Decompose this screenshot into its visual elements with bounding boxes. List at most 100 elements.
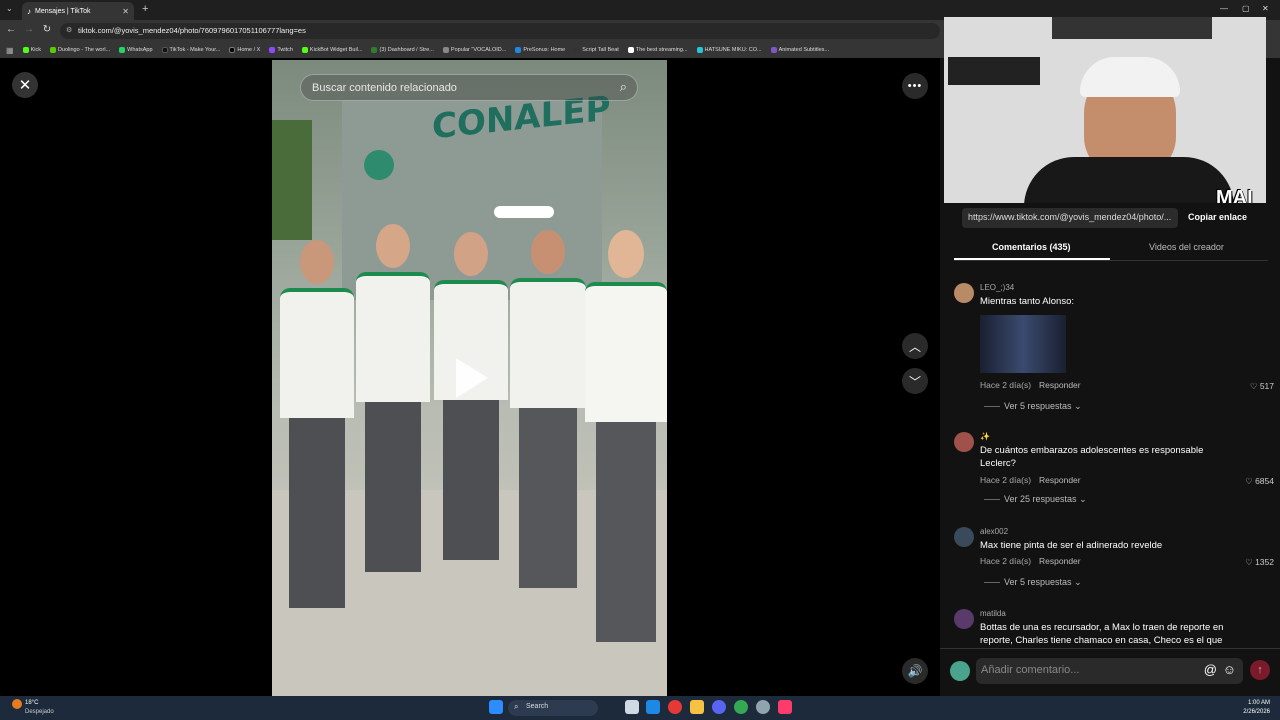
bookmark-item[interactable]: Duolingo - The worl...: [49, 47, 110, 53]
site-info-icon[interactable]: ⚙: [66, 26, 72, 34]
related-search-input[interactable]: Buscar contenido relacionado ⌕: [300, 74, 638, 101]
tabs-divider: [954, 260, 1268, 261]
person: [584, 230, 667, 670]
volume-button[interactable]: 🔊: [902, 658, 928, 684]
bookmark-item[interactable]: Kick: [22, 47, 41, 53]
input-divider: [940, 648, 1280, 649]
edge-icon[interactable]: [646, 700, 660, 714]
close-tab-icon[interactable]: ✕: [122, 7, 129, 16]
post-photo[interactable]: CONALEP: [272, 60, 667, 696]
clock-date[interactable]: 2/26/2026: [1236, 709, 1270, 715]
overlay-label: MAI: [1216, 187, 1253, 203]
forward-icon[interactable]: →: [22, 24, 36, 35]
chevron-down-icon: ⌄: [1074, 577, 1082, 587]
heart-icon: ♡: [1245, 557, 1253, 567]
comment-text: De cuántos embarazos adolescentes es res…: [980, 445, 1204, 469]
my-avatar[interactable]: [950, 661, 970, 681]
bookmark-item[interactable]: Animated Subtitles...: [770, 47, 829, 53]
apps-icon[interactable]: ▦: [6, 46, 14, 55]
bookmark-item[interactable]: The best streaming...: [627, 47, 688, 53]
heart-icon: ♡: [1245, 476, 1253, 486]
weather-icon[interactable]: [12, 699, 22, 709]
reply-button[interactable]: Responder: [1039, 556, 1081, 566]
avatar[interactable]: [954, 609, 974, 629]
reply-button[interactable]: Responder: [1039, 475, 1081, 485]
task-view-icon[interactable]: [625, 700, 639, 714]
windows-start-icon[interactable]: [489, 700, 503, 714]
mention-icon[interactable]: @: [1204, 662, 1217, 677]
discord-icon[interactable]: [712, 700, 726, 714]
tab-menu-icon[interactable]: ⌄: [6, 4, 13, 13]
tiktok-icon: ♪: [27, 6, 31, 16]
bookmark-item[interactable]: KickBot Widget Buil...: [301, 47, 362, 53]
bookmark-item[interactable]: (3) Dashboard / Stre...: [371, 47, 434, 53]
comment-user[interactable]: ✨: [980, 432, 990, 441]
avatar[interactable]: [954, 283, 974, 303]
comment-item: alex002 Max tiene pinta de ser el adiner…: [954, 527, 1274, 597]
url-text: tiktok.com/@yovis_mendez04/photo/7609796…: [78, 26, 306, 35]
like-count[interactable]: ♡ 1352: [1245, 557, 1274, 568]
avatar[interactable]: [954, 432, 974, 452]
cap: [1080, 57, 1180, 97]
shelf: [948, 57, 1040, 85]
browser-tab[interactable]: ♪ Mensajes | TikTok ✕: [22, 2, 134, 20]
copy-link-button[interactable]: Copiar enlace: [1188, 212, 1247, 222]
previous-post-button[interactable]: ︿: [902, 333, 928, 359]
music-app-icon[interactable]: [778, 700, 792, 714]
bookmark-item[interactable]: WhatsApp: [119, 47, 153, 53]
bookmark-item[interactable]: Script Tall Beat: [574, 47, 619, 53]
person: [278, 240, 356, 620]
add-comment-placeholder: Añadir comentario...: [981, 664, 1080, 676]
maximize-icon[interactable]: ▢: [1242, 4, 1250, 13]
reload-icon[interactable]: ↻: [40, 24, 54, 35]
like-count[interactable]: ♡ 6854: [1245, 476, 1274, 487]
avatar[interactable]: [954, 527, 974, 547]
new-tab-button[interactable]: +: [142, 3, 148, 15]
more-options-button[interactable]: •••: [902, 73, 928, 99]
add-comment-input[interactable]: Añadir comentario... @ ☺: [976, 658, 1243, 684]
comment-user[interactable]: matilda: [980, 609, 1006, 618]
back-icon[interactable]: ←: [4, 24, 18, 35]
comment-meta: Hace 2 día(s) Responder: [980, 556, 1081, 566]
comment-image[interactable]: [980, 315, 1066, 373]
view-replies-button[interactable]: Ver 25 respuestas ⌄: [984, 494, 1087, 505]
reply-button[interactable]: Responder: [1039, 380, 1081, 390]
play-icon[interactable]: [456, 358, 488, 398]
taskbar-search[interactable]: ⌕ Search: [508, 700, 598, 716]
webcam-overlay: MAI: [944, 17, 1266, 203]
comment-user[interactable]: alex002: [980, 527, 1008, 536]
tab-comments[interactable]: Comentarios (435): [992, 242, 1071, 252]
shirt: [1024, 157, 1234, 203]
chrome-active-icon[interactable]: [734, 700, 748, 714]
next-post-button[interactable]: ﹀: [902, 368, 928, 394]
bookmark-item[interactable]: Popular "VOCALOID...: [442, 47, 506, 53]
comment-item: LEO_;)34 Mientras tanto Alonso: Hace 2 d…: [954, 283, 1274, 413]
tab-creator-videos[interactable]: Videos del creador: [1149, 242, 1224, 252]
file-explorer-icon[interactable]: [690, 700, 704, 714]
comment-item: matilda Bottas de una es recursador, a M…: [954, 609, 1274, 647]
share-url-text: https://www.tiktok.com/@yovis_mendez04/p…: [968, 212, 1172, 222]
view-replies-button[interactable]: Ver 5 respuestas ⌄: [984, 577, 1082, 588]
close-viewer-button[interactable]: ✕: [12, 72, 38, 98]
url-field[interactable]: ⚙ tiktok.com/@yovis_mendez04/photo/76097…: [60, 23, 940, 39]
bookmark-item[interactable]: HATSUNE MIKU: CO...: [696, 47, 762, 53]
emoji-icon[interactable]: ☺: [1223, 662, 1236, 677]
comment-user[interactable]: LEO_;)34: [980, 283, 1014, 292]
close-window-icon[interactable]: ✕: [1262, 4, 1269, 13]
search-icon[interactable]: ⌕: [620, 79, 627, 95]
chrome-icon[interactable]: [668, 700, 682, 714]
send-button[interactable]: ↑: [1250, 660, 1270, 680]
like-count[interactable]: ♡ 517: [1250, 381, 1274, 392]
bookmark-item[interactable]: TikTok - Make Your...: [161, 47, 220, 53]
bookmark-item[interactable]: PreSonus: Home: [515, 47, 565, 53]
clock-time[interactable]: 1:00 AM: [1236, 700, 1270, 706]
bookmark-item[interactable]: Twitch: [269, 47, 293, 53]
view-replies-button[interactable]: Ver 5 respuestas ⌄: [984, 401, 1082, 412]
trees: [272, 120, 312, 240]
bookmark-item[interactable]: Home / X: [229, 47, 260, 53]
minimize-icon[interactable]: —: [1220, 4, 1228, 13]
share-url-field[interactable]: https://www.tiktok.com/@yovis_mendez04/p…: [962, 208, 1178, 228]
taskbar: [0, 696, 1280, 720]
settings-icon[interactable]: [756, 700, 770, 714]
comment-item: ✨ De cuántos embarazos adolescentes es r…: [954, 432, 1274, 512]
